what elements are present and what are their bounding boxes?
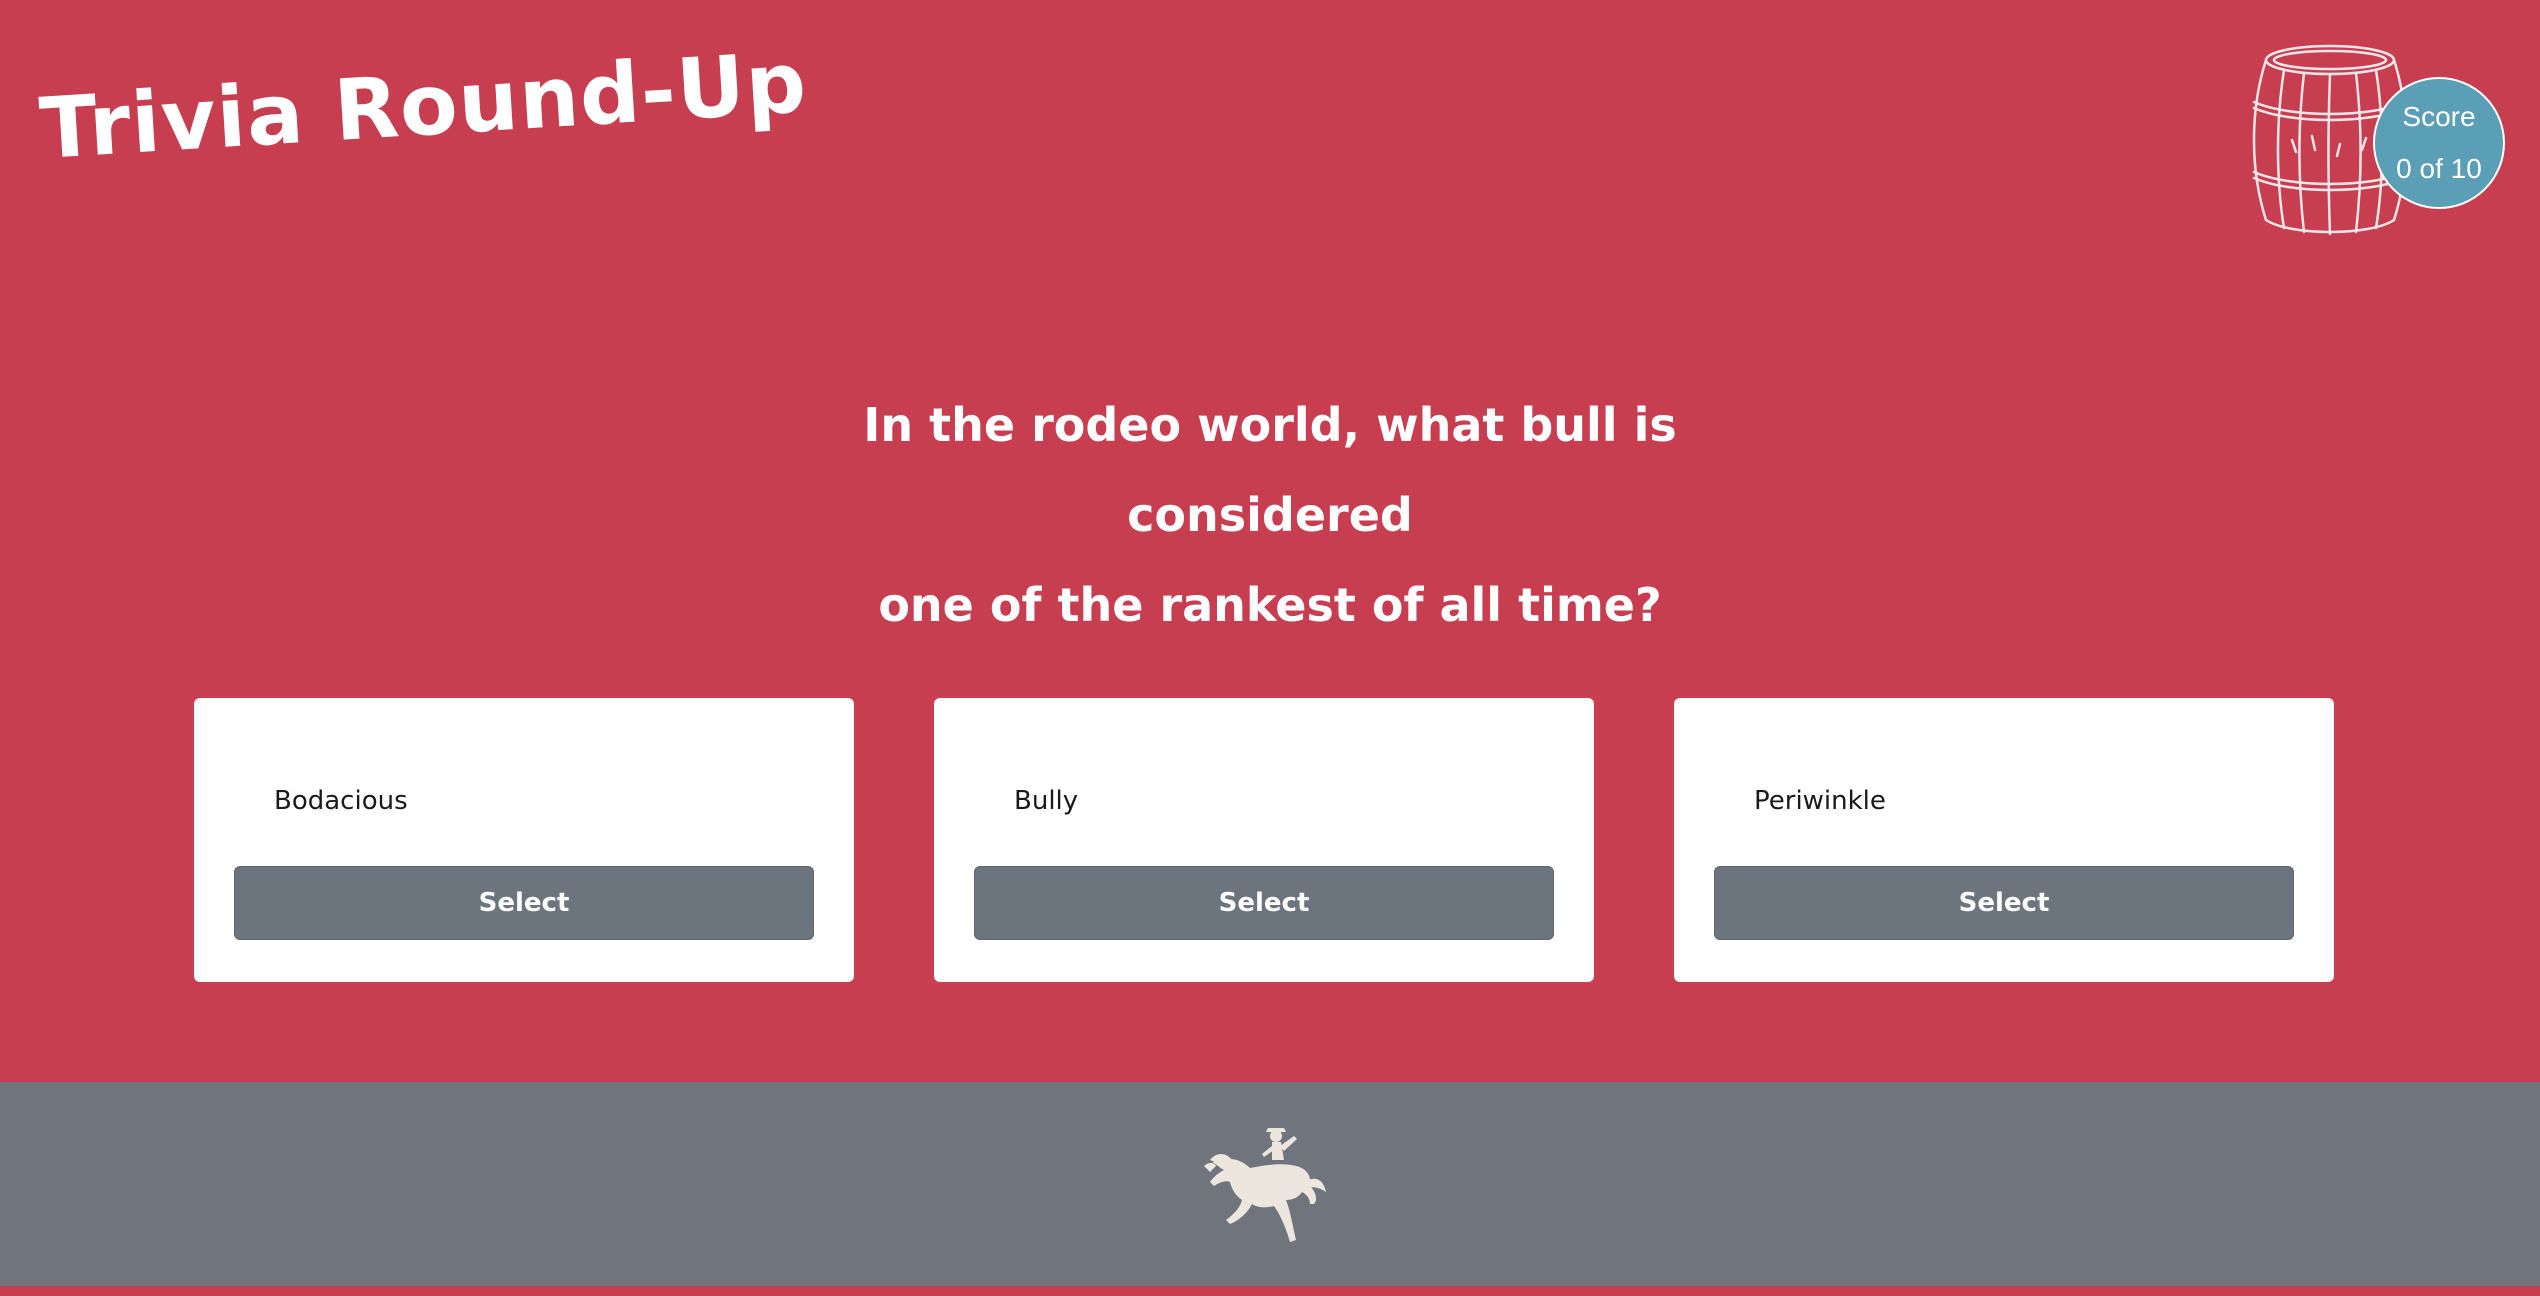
question-line-2: one of the rankest of all time? bbox=[878, 578, 1662, 632]
score-value: 0 of 10 bbox=[2396, 153, 2482, 184]
answer-options: Bodacious Select Bully Select Periwinkle… bbox=[194, 698, 2334, 982]
bucking-horse-rider-icon bbox=[1204, 1128, 1326, 1242]
question-line-1: In the rodeo world, what bull is conside… bbox=[863, 398, 1677, 542]
select-answer-button[interactable]: Select bbox=[234, 866, 814, 940]
answer-card-2: Bully Select bbox=[934, 698, 1594, 982]
trivia-page: Trivia Round-Up Score 0 of 10 In the rod… bbox=[0, 0, 2540, 1296]
select-answer-button[interactable]: Select bbox=[1714, 866, 2294, 940]
answer-card-3: Periwinkle Select bbox=[1674, 698, 2334, 982]
answer-label: Periwinkle bbox=[1754, 786, 1886, 816]
app-title: Trivia Round-Up bbox=[37, 33, 810, 178]
footer bbox=[0, 1082, 2540, 1286]
score-badge: Score 0 of 10 bbox=[2373, 77, 2505, 209]
answer-label: Bully bbox=[1014, 786, 1079, 816]
answer-label: Bodacious bbox=[274, 786, 408, 816]
answer-card-1: Bodacious Select bbox=[194, 698, 854, 982]
question-text: In the rodeo world, what bull is conside… bbox=[720, 380, 1820, 650]
select-answer-button[interactable]: Select bbox=[974, 866, 1554, 940]
bottom-strip bbox=[0, 1286, 2540, 1296]
score-label: Score bbox=[2402, 101, 2476, 132]
score-widget: Score 0 of 10 bbox=[2240, 40, 2510, 240]
